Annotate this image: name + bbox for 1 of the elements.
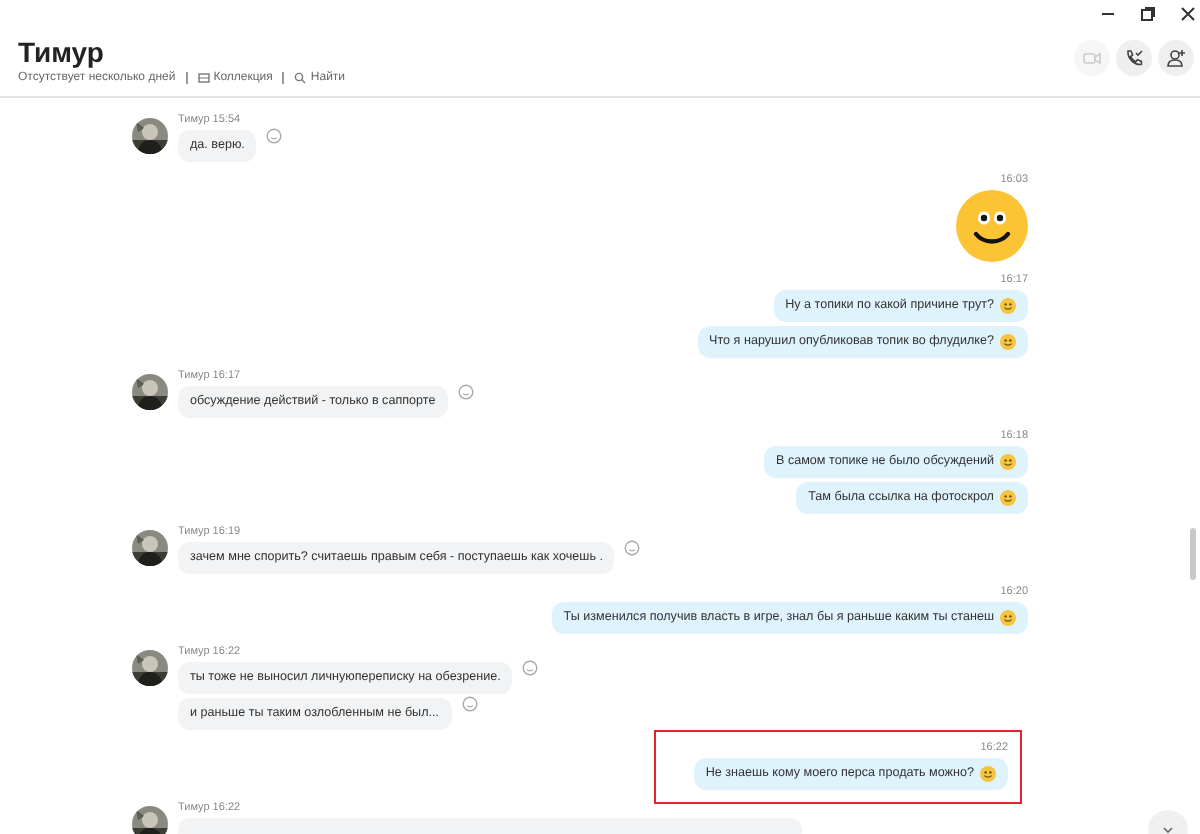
chat-title: Тимур xyxy=(18,36,106,68)
